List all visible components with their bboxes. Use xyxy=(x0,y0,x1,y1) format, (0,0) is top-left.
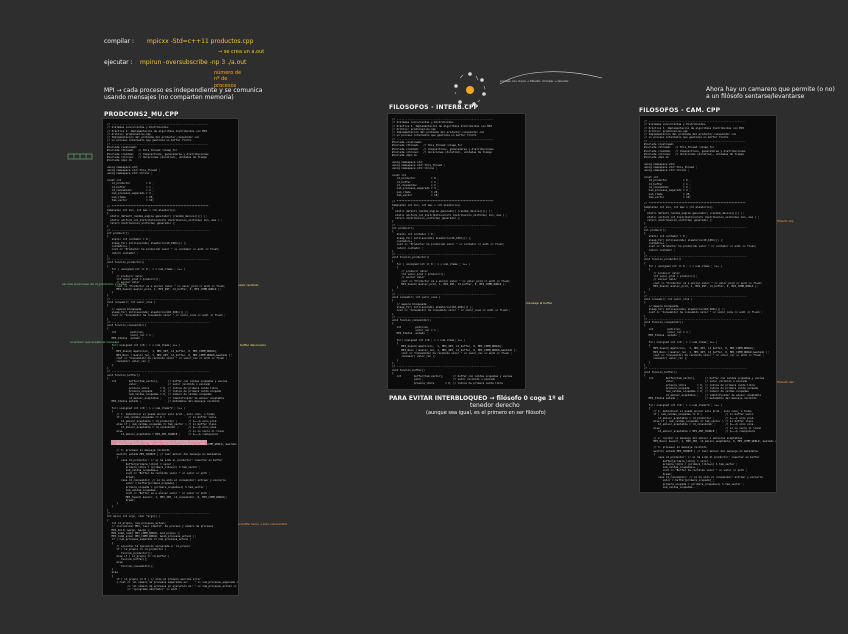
panel3-title: FILOSOFOS - CAM. CPP xyxy=(639,107,721,114)
annotation-cam-1: filósofo izq. xyxy=(777,219,795,223)
svg-text:proceso con id par → filósofo;: proceso con id par → filósofo; id impar … xyxy=(500,79,569,83)
code-line: MPI_Recv( &valor, 1, MPI_INT, id_emisor_… xyxy=(107,442,239,446)
ejecutar-hint-note: número de nº de procesos xyxy=(214,70,242,89)
annotation-right-1: valor recibido xyxy=(238,283,259,287)
code-line: id_emisor_aceptable = MPI_ANY_SOURCE ; /… xyxy=(107,432,218,436)
annotation-right-2: buffer lleno/vacío xyxy=(240,343,267,347)
table-center-icon xyxy=(466,86,474,94)
interbloqueo-note-line3: (aunque sea igual, es el primero en ser … xyxy=(426,410,546,416)
code-panel-prodcons[interactable]: // -------------------------------------… xyxy=(102,118,239,596)
annotation-left-1: se crea el proceso de id_productor y rec… xyxy=(62,282,127,286)
buffer-sketch xyxy=(67,153,93,160)
code-line: cout << "Consumidor ha consumido valor "… xyxy=(644,311,763,315)
ejecutar-command: mpirun -oversubscribe -np 3 ./a.out xyxy=(140,59,247,66)
code-panel-cam[interactable]: // -------------------------------------… xyxy=(639,115,777,493)
code-line: MPI_Recv( &valor, 1, MPI_INT, id_emisor_… xyxy=(644,439,777,443)
panel2-title: FILOSOFOS - INTERB.CPP xyxy=(389,104,479,111)
code-block-interb: // -------------------------------------… xyxy=(392,118,522,385)
panel1-title: PRODCONS2_MU.CPP xyxy=(104,111,179,118)
annotation-left-2: el emisor que acepta el mensaje xyxy=(70,340,120,344)
code-line: MPI_Status estado ; // metadatos del men… xyxy=(107,399,220,403)
code-line: cout << "Consumidor ha consumido valor "… xyxy=(392,309,511,313)
annotation-cam-2: filósofo der. xyxy=(777,380,795,384)
interbloqueo-note-line2: tenedor derecho xyxy=(470,402,520,409)
compilar-command: mpicxx -Std=c++11 productos.cpp xyxy=(147,38,254,45)
code-line: primera_libre = 0, // índice de primera … xyxy=(392,381,503,385)
compilar-label: compilar : xyxy=(104,38,135,45)
annotation-right-3: si buffer lleno → solo consumidor xyxy=(238,522,288,526)
code-line: << "(programa abortado)" << endl ; xyxy=(107,587,181,591)
ejecutar-label: ejecutar : xyxy=(104,59,133,66)
code-block-cam: // -------------------------------------… xyxy=(644,120,777,489)
camarero-note-line2: a un filósofo sentarse/levantarse xyxy=(706,93,805,100)
code-line: MPI_Ssend( &valor_prod, 1, MPI_INT, id_b… xyxy=(644,284,758,288)
annotation-interb-1: mensaje al buffer xyxy=(526,301,553,305)
code-line: cout << "Consumidor ha consumido valor "… xyxy=(107,314,226,318)
code-line: id_emisor_aceptable = MPI_ANY_SOURCE ; /… xyxy=(644,429,755,433)
code-line: MPI_Status estado ; // metadatos del men… xyxy=(644,396,757,400)
code-line: switch( estado.MPI_SOURCE ) // leer emis… xyxy=(644,449,758,453)
code-line: switch( estado.MPI_SOURCE ) // leer emis… xyxy=(107,452,221,456)
compilar-result-note: → se crea un a.out xyxy=(218,49,265,55)
code-line: MPI_Ssend( &valor_prod, 1, MPI_INT, id_b… xyxy=(392,282,506,286)
code-panel-interb[interactable]: // -------------------------------------… xyxy=(387,113,526,390)
code-line: num_celdas_ocupadas-- ; xyxy=(644,485,699,489)
code-block-prodcons: // -------------------------------------… xyxy=(107,123,239,591)
mpi-note-line2: usando mensajes (no comparten memoria) xyxy=(104,94,234,101)
code-line: MPI_Ssend( &valor_prod, 1, MPI_INT, id_b… xyxy=(107,287,221,291)
